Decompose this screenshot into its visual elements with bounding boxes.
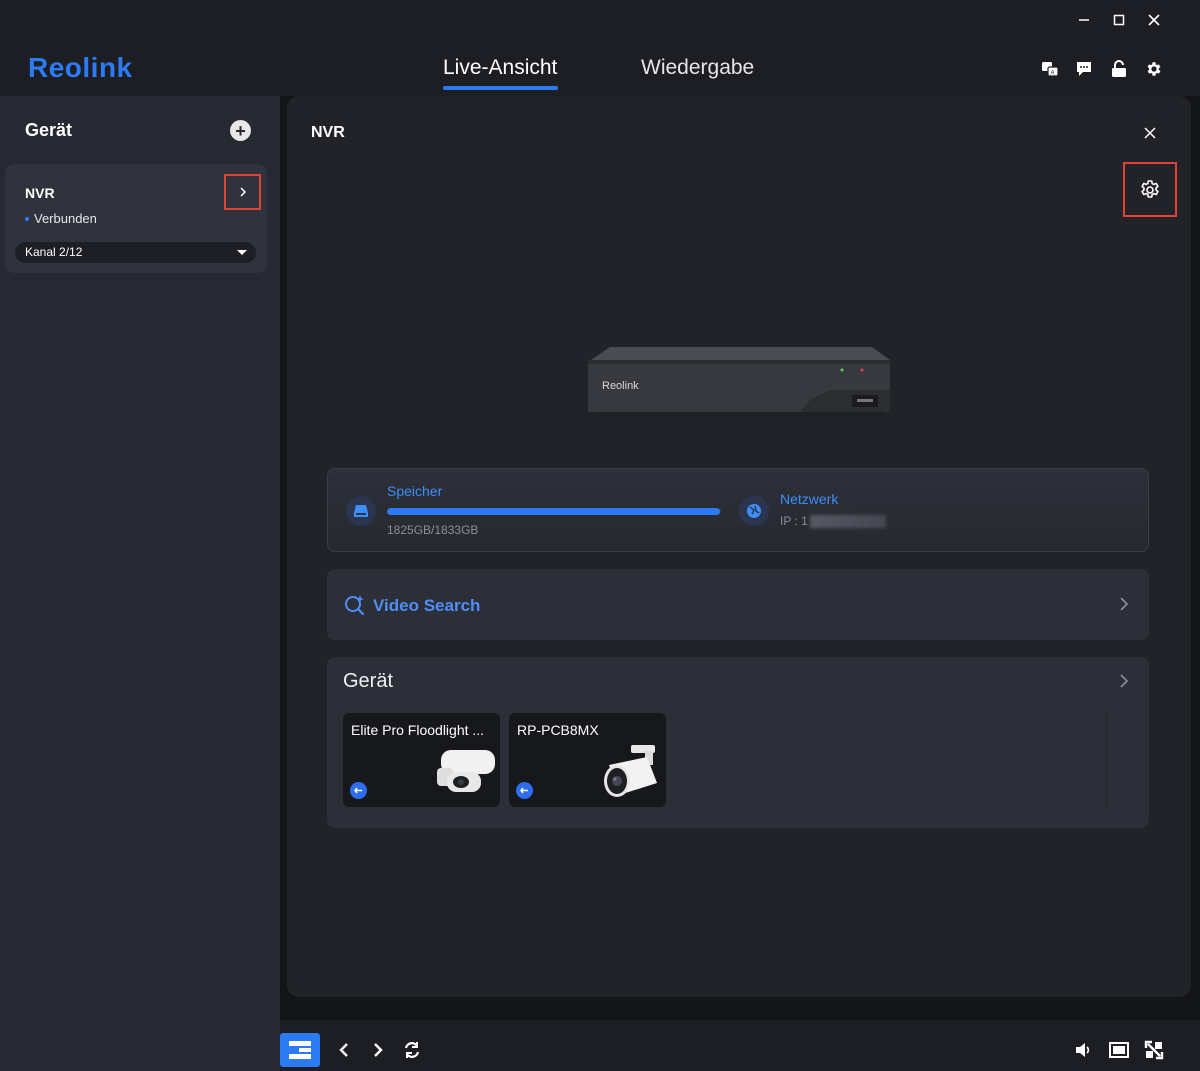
next-icon[interactable] bbox=[366, 1038, 390, 1062]
prev-icon[interactable] bbox=[332, 1038, 356, 1062]
translate-icon[interactable]: A bbox=[1039, 58, 1061, 80]
minimize-icon[interactable] bbox=[1071, 8, 1097, 32]
storage-progress-bar bbox=[387, 508, 721, 515]
gear-icon bbox=[1141, 179, 1159, 198]
video-search-label: Video Search bbox=[373, 596, 481, 615]
panel-title: NVR bbox=[311, 124, 345, 141]
svg-text:Reolink: Reolink bbox=[602, 380, 639, 392]
caret-down-icon bbox=[237, 250, 247, 255]
camera-tile[interactable]: RP-PCB8MX bbox=[509, 713, 666, 807]
unlock-icon[interactable] bbox=[1108, 58, 1130, 80]
camera-channel-badge bbox=[350, 782, 367, 799]
ip-redaction bbox=[810, 515, 886, 528]
device-details-button[interactable] bbox=[224, 174, 261, 210]
panel-close-button[interactable] bbox=[1140, 123, 1160, 143]
bullet-camera-image bbox=[601, 743, 663, 803]
tab-playback[interactable]: Wiedergabe bbox=[641, 56, 754, 80]
camera-channel-badge bbox=[516, 782, 533, 799]
svg-text:A: A bbox=[1051, 71, 1055, 77]
close-icon bbox=[1144, 127, 1156, 139]
camera-tile[interactable]: Elite Pro Floodlight ... bbox=[343, 713, 500, 807]
status-dot bbox=[25, 217, 29, 221]
storage-size: 1825GB/1833GB bbox=[387, 523, 479, 537]
channel-value: Kanal 2/12 bbox=[25, 245, 83, 259]
nvr-device-image: Reolink bbox=[580, 340, 900, 430]
device-settings-button[interactable] bbox=[1123, 162, 1177, 217]
divider bbox=[1106, 713, 1108, 807]
app-header bbox=[0, 40, 1200, 96]
reolink-logo: Reolink bbox=[28, 52, 133, 83]
devices-title: Gerät bbox=[343, 670, 394, 692]
storage-label: Speicher bbox=[387, 483, 443, 499]
title-bar bbox=[0, 0, 1200, 40]
floodlight-camera-image bbox=[435, 746, 497, 798]
network-ip: IP : 1 bbox=[780, 514, 808, 528]
chat-icon[interactable] bbox=[1073, 58, 1095, 80]
camera-name: RP-PCB8MX bbox=[517, 722, 599, 738]
sidebar-title: Gerät bbox=[25, 120, 73, 140]
sidebar-footer bbox=[0, 1020, 280, 1071]
chevron-right-icon bbox=[239, 187, 246, 197]
search-sparkle-icon bbox=[344, 594, 366, 616]
camera-name: Elite Pro Floodlight ... bbox=[351, 722, 485, 738]
active-tab-indicator bbox=[443, 86, 558, 90]
network-label: Netzwerk bbox=[780, 491, 839, 507]
volume-icon[interactable] bbox=[1072, 1038, 1096, 1062]
screen-icon[interactable] bbox=[1107, 1038, 1131, 1062]
gear-icon[interactable] bbox=[1143, 58, 1165, 80]
device-status: Verbunden bbox=[34, 211, 97, 226]
add-device-button[interactable]: + bbox=[230, 120, 251, 141]
cycle-icon[interactable] bbox=[400, 1038, 424, 1062]
storage-icon bbox=[346, 496, 376, 526]
tab-live-view[interactable]: Live-Ansicht bbox=[443, 56, 557, 80]
storage-progress-fill bbox=[387, 508, 720, 515]
device-name: NVR bbox=[25, 185, 55, 201]
fullscreen-icon[interactable] bbox=[1142, 1038, 1166, 1062]
network-icon bbox=[739, 496, 769, 526]
close-icon[interactable] bbox=[1141, 8, 1167, 32]
chevron-right-icon bbox=[1118, 595, 1130, 613]
chevron-right-icon[interactable] bbox=[1118, 672, 1130, 690]
layout-icon[interactable] bbox=[280, 1033, 320, 1067]
maximize-icon[interactable] bbox=[1106, 8, 1132, 32]
